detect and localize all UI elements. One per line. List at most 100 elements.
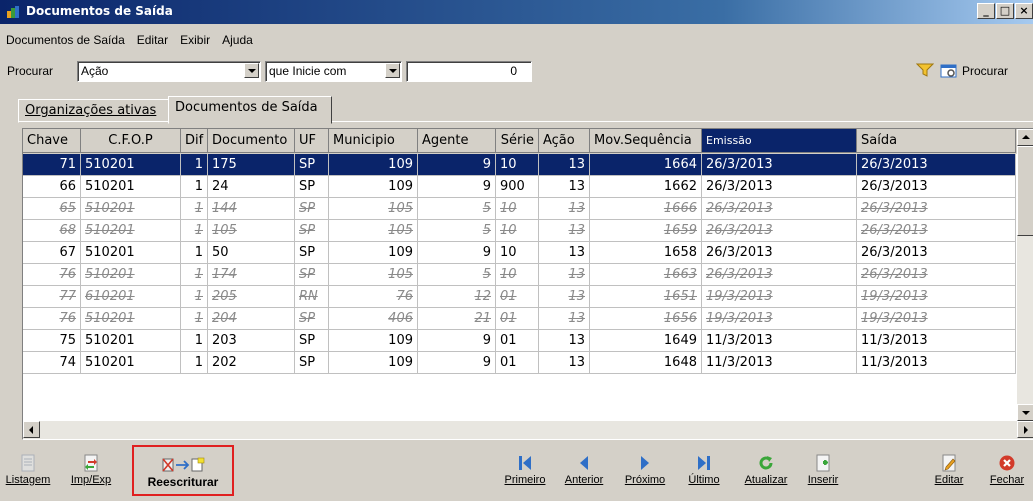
search-mode-select[interactable]: que Inicie com	[265, 61, 402, 82]
col-saida[interactable]: Saída	[857, 129, 1016, 153]
fechar-button[interactable]: Fechar	[984, 450, 1030, 498]
menu-editar[interactable]: Editar	[137, 33, 168, 47]
cell-doc: 175	[208, 154, 295, 176]
import-export-icon	[84, 454, 98, 472]
col-agente[interactable]: Agente	[418, 129, 496, 153]
inserir-button[interactable]: Inserir	[800, 450, 846, 498]
cell-doc: 203	[208, 330, 295, 352]
maximize-button[interactable]: □	[996, 3, 1014, 19]
search-input[interactable]: 0	[406, 61, 532, 82]
cell-chave: 68	[23, 220, 81, 242]
atualizar-button[interactable]: Atualizar	[734, 450, 798, 498]
search-field-select[interactable]: Ação	[77, 61, 261, 82]
scroll-up-icon[interactable]	[1017, 129, 1033, 146]
filter-icon[interactable]	[916, 62, 934, 78]
atualizar-label: Atualizar	[744, 474, 788, 486]
editar-button[interactable]: Editar	[927, 450, 971, 498]
cell-mov: 1664	[590, 154, 702, 176]
cell-emissao: 19/3/2013	[702, 308, 857, 330]
horizontal-scrollbar[interactable]	[23, 421, 1033, 439]
cell-emissao: 11/3/2013	[702, 330, 857, 352]
reescriturar-label: Reescriturar	[147, 475, 219, 489]
scroll-down-icon[interactable]	[1017, 404, 1033, 421]
cell-acao: 13	[539, 308, 590, 330]
insert-document-icon	[816, 454, 830, 472]
table-row[interactable]: 66 510201 1 24 SP 109 9 900 13 1662 26/3/2013 26/3/…	[23, 176, 1016, 198]
imp-exp-label: Imp/Exp	[70, 474, 112, 486]
cell-saida: 26/3/2013	[857, 242, 1016, 264]
cell-mov: 1651	[590, 286, 702, 308]
cell-chave: 74	[23, 352, 81, 374]
cell-agente: 5	[418, 220, 496, 242]
chevron-down-icon[interactable]	[244, 63, 259, 78]
col-cfop[interactable]: C.F.O.P	[81, 129, 181, 153]
scroll-left-icon[interactable]	[23, 421, 40, 438]
col-municipio[interactable]: Municipio	[329, 129, 418, 153]
cell-acao: 13	[539, 220, 590, 242]
menu-exibir[interactable]: Exibir	[180, 33, 210, 47]
tab-documentos-saida[interactable]: Documentos de Saída	[168, 96, 332, 124]
grid-header: Chave C.F.O.P Dif Documento UF Municipio…	[23, 129, 1033, 154]
col-documento[interactable]: Documento	[208, 129, 295, 153]
table-row[interactable]: 75 510201 1 203 SP 109 9 01 13 1649 11/3/2013 11/3/…	[23, 330, 1016, 352]
search-input-value: 0	[510, 64, 517, 78]
table-row[interactable]: 71 510201 1 175 SP 109 9 10 13 1664 26/3/2013 26/3/…	[23, 154, 1016, 176]
imp-exp-button[interactable]: Imp/Exp	[54, 450, 128, 498]
anterior-button[interactable]: Anterior	[556, 450, 612, 498]
chevron-down-icon[interactable]	[385, 63, 400, 78]
cell-agente: 9	[418, 176, 496, 198]
rewrite-icon	[162, 457, 205, 472]
col-emissao[interactable]: Emissão	[702, 129, 857, 153]
menu-documentos[interactable]: Documentos de Saída	[6, 33, 125, 47]
cell-acao: 13	[539, 352, 590, 374]
cell-mun: 109	[329, 176, 418, 198]
search-bar: Procurar Ação que Inicie com 0 Procurar	[0, 59, 1033, 83]
col-chave[interactable]: Chave	[23, 129, 81, 153]
cell-mov: 1662	[590, 176, 702, 198]
cell-uf: SP	[295, 242, 329, 264]
table-row[interactable]: 77 610201 1 205 RN 76 12 01 13 1651 19/3/2013 19/3/…	[23, 286, 1016, 308]
proximo-button[interactable]: Próximo	[616, 450, 674, 498]
listagem-button[interactable]: Listagem	[4, 450, 52, 498]
tab-organizacoes[interactable]: Organizações ativas	[18, 99, 170, 123]
vertical-scrollbar[interactable]	[1017, 129, 1033, 421]
search-label: Procurar	[7, 64, 54, 78]
cell-acao: 13	[539, 330, 590, 352]
table-row[interactable]: 65 510201 1 144 SP 105 5 10 13 1666 26/3/2013 26/3/…	[23, 198, 1016, 220]
cell-acao: 13	[539, 286, 590, 308]
table-row[interactable]: 76 510201 1 204 SP 406 21 01 13 1656 19/3/2013 19/3…	[23, 308, 1016, 330]
cell-serie: 10	[496, 198, 539, 220]
primeiro-button[interactable]: Primeiro	[497, 450, 553, 498]
cell-agente: 12	[418, 286, 496, 308]
table-row[interactable]: 74 510201 1 202 SP 109 9 01 13 1648 11/3/2013 11/3/…	[23, 352, 1016, 374]
table-row[interactable]: 68 510201 1 105 SP 105 5 10 13 1659 26/3/2013 26/3/…	[23, 220, 1016, 242]
close-window-button[interactable]: ×	[1015, 3, 1033, 19]
cell-mov: 1666	[590, 198, 702, 220]
col-acao[interactable]: Ação	[539, 129, 590, 153]
refresh-icon	[759, 456, 773, 470]
col-uf[interactable]: UF	[295, 129, 329, 153]
menu-ajuda[interactable]: Ajuda	[222, 33, 253, 47]
scroll-right-icon[interactable]	[1017, 421, 1033, 438]
col-dif[interactable]: Dif	[181, 129, 208, 153]
close-icon	[999, 455, 1015, 471]
cell-chave: 71	[23, 154, 81, 176]
col-serie[interactable]: Série	[496, 129, 539, 153]
ultimo-button[interactable]: Último	[679, 450, 729, 498]
listagem-label: Listagem	[5, 474, 51, 486]
cell-saida: 19/3/2013	[857, 308, 1016, 330]
cell-agente: 5	[418, 198, 496, 220]
documents-grid[interactable]: Chave C.F.O.P Dif Documento UF Municipio…	[22, 128, 1033, 440]
cell-dif: 1	[181, 308, 208, 330]
col-mov-sequencia[interactable]: Mov.Sequência	[590, 129, 702, 153]
cell-serie: 10	[496, 154, 539, 176]
minimize-button[interactable]: _	[977, 3, 995, 19]
cell-serie: 01	[496, 330, 539, 352]
scroll-thumb[interactable]	[1017, 146, 1033, 236]
table-row[interactable]: 76 510201 1 174 SP 105 5 10 13 1663 26/3/2013 26/3/…	[23, 264, 1016, 286]
table-row[interactable]: 67 510201 1 50 SP 109 9 10 13 1658 26/3/2013 26/3/2…	[23, 242, 1016, 264]
search-field-value: Ação	[81, 64, 109, 78]
search-button[interactable]: Procurar	[940, 61, 1033, 81]
menu-bar: Documentos de Saída Editar Exibir Ajuda	[0, 33, 259, 53]
reescriturar-button[interactable]: Reescriturar	[132, 445, 234, 496]
